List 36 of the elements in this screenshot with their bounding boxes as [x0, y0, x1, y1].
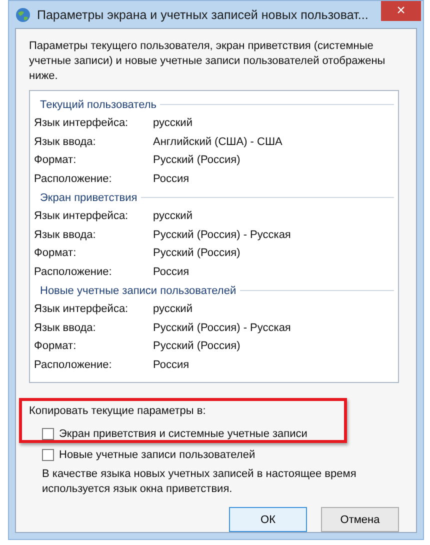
description-text: Параметры текущего пользователя, экран приветствия (системные учетные записи) и новые учетные записи пользователей отображены ниже.	[29, 39, 386, 84]
checkbox-option[interactable]: Новые учетные записи пользователей	[42, 444, 404, 465]
setting-label: Формат:	[34, 340, 78, 352]
setting-value: Россия	[153, 266, 190, 278]
checkbox-option[interactable]: Экран приветствия и системные учетные записи	[42, 423, 404, 444]
copy-label: Копировать текущие параметры в:	[29, 405, 207, 419]
window-title: Параметры экрана и учетных записей новых пользоват...	[37, 8, 370, 22]
section-title: Экран приветствия	[40, 192, 138, 204]
note-text: В качестве языка новых учетных записей в настоящее время используется язык окна приветствия.	[42, 467, 358, 497]
dialog-button[interactable]: ОК	[229, 507, 307, 532]
setting-label: Формат:	[34, 154, 78, 166]
setting-value: Русский (Россия)	[153, 154, 240, 166]
setting-value: русский	[153, 303, 192, 316]
setting-value: Русский (Россия) - Русская	[153, 322, 291, 334]
setting-label: Расположение:	[34, 358, 113, 371]
setting-value: Россия	[153, 172, 190, 185]
close-button[interactable]: ×	[381, 1, 421, 21]
setting-value: Английский (США) - США	[153, 136, 282, 148]
section-title: Новые учетные записи пользователей	[40, 284, 236, 296]
setting-value: русский	[153, 210, 192, 222]
setting-value: Русский (Россия)	[153, 247, 240, 260]
setting-label: Язык интерфейса:	[34, 210, 130, 222]
setting-label: Язык ввода:	[34, 322, 97, 334]
setting-label: Язык интерфейса:	[34, 303, 130, 316]
setting-label: Формат:	[34, 247, 78, 260]
setting-label: Язык ввода:	[34, 136, 97, 148]
dialog-button[interactable]: Отмена	[321, 507, 399, 532]
setting-label: Язык ввода:	[34, 228, 97, 241]
setting-value: Русский (Россия) - Русская	[153, 228, 291, 241]
setting-label: Расположение:	[34, 266, 113, 278]
section-title: Текущий пользователь	[40, 98, 156, 110]
setting-value: русский	[153, 117, 192, 130]
setting-value: Россия	[153, 358, 190, 371]
setting-label: Расположение:	[34, 172, 113, 185]
setting-label: Язык интерфейса:	[34, 117, 130, 130]
setting-value: Русский (Россия)	[153, 340, 240, 352]
